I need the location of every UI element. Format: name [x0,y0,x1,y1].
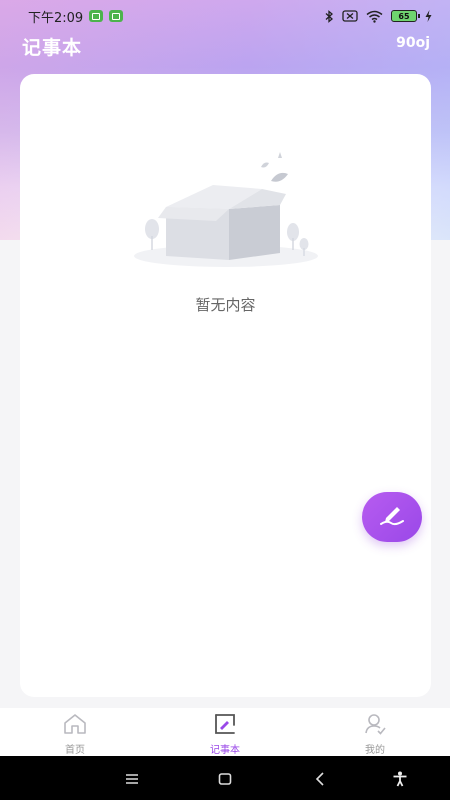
notes-card: 暂无内容 [20,74,431,697]
home-square-icon[interactable] [214,768,236,790]
tab-label: 首页 [65,745,85,756]
tab-home[interactable]: 首页 [0,708,150,756]
app-title: 记事本 [22,37,83,59]
system-nav-bar [0,756,450,800]
tab-label: 我的 [365,745,385,756]
battery-indicator: 65 [391,10,420,22]
tab-notebook[interactable]: 记事本 [150,708,300,756]
sim-off-icon [342,10,358,22]
home-icon [63,713,87,739]
status-bar: 下午2:09 65 [0,0,450,32]
tab-profile[interactable]: 我的 [300,708,450,756]
app-code: 90oj [396,35,430,51]
charging-icon [425,10,432,22]
bluetooth-icon [324,9,334,23]
status-time: 下午2:09 [28,10,84,26]
menu-icon[interactable] [121,768,143,790]
empty-state-text: 暂无内容 [195,296,256,314]
empty-box-illustration [128,152,324,274]
wifi-icon [366,10,383,23]
notification-icon [109,10,124,22]
status-left: 下午2:09 [28,7,124,26]
accessibility-icon[interactable] [389,768,411,790]
tab-label: 记事本 [210,745,240,756]
edit-pen-icon [377,502,407,532]
notification-icon [89,10,104,22]
notebook-icon [213,713,237,739]
back-icon[interactable] [309,768,331,790]
profile-icon [363,713,387,739]
bottom-tab-bar: 首页 记事本 我的 [0,708,450,756]
status-right: 65 [324,9,432,23]
add-note-button[interactable] [362,492,422,542]
